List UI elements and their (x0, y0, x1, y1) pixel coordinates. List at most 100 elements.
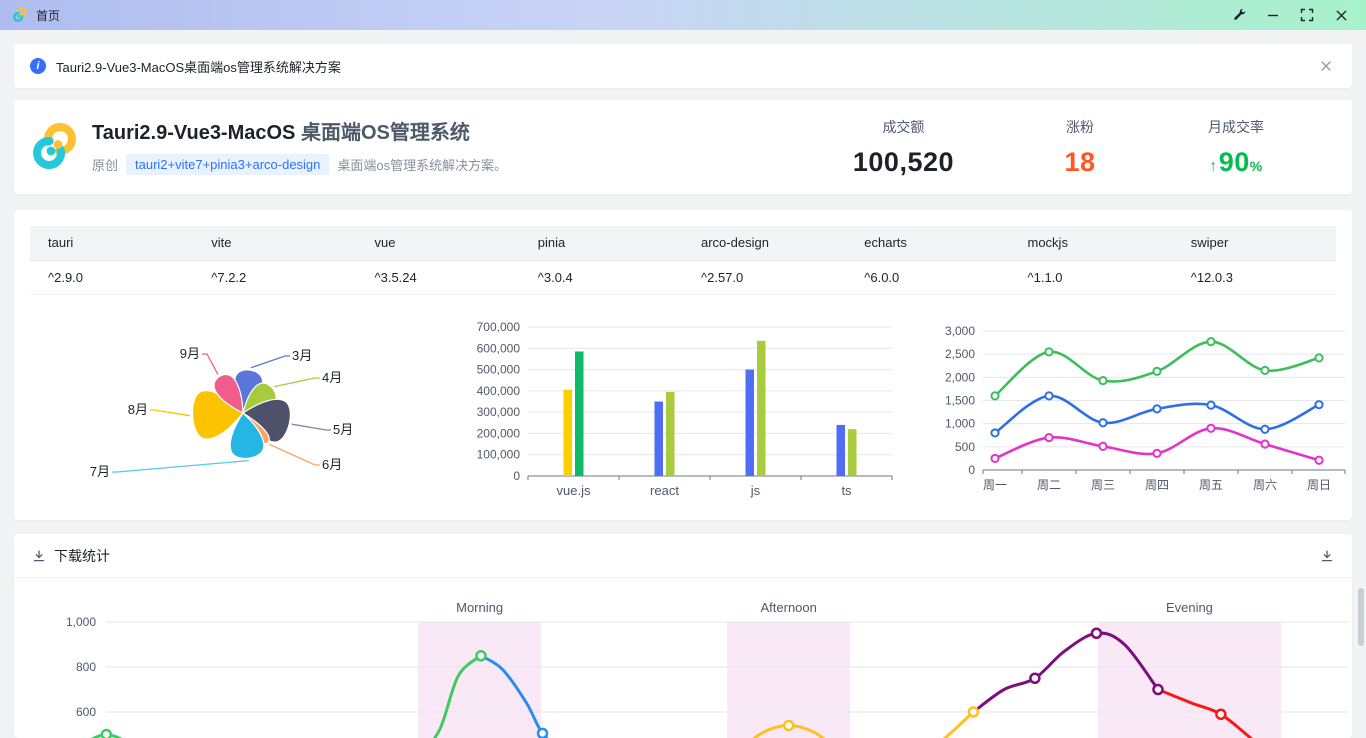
svg-text:500: 500 (955, 440, 975, 454)
svg-text:9月: 9月 (180, 346, 200, 361)
stat-monthly-rate: 月成交率 ↑90% (1206, 117, 1266, 178)
svg-text:600,000: 600,000 (477, 341, 521, 355)
table-header-cell: tauri (30, 226, 194, 261)
minimize-button[interactable] (1256, 2, 1290, 28)
download-line-chart[interactable]: Morning Afternoon Evening 1,000 800 600 (14, 590, 1352, 738)
download-stats-card: 下载统计 Morning Afternoon Evening 1,000 800 600 (14, 534, 1352, 738)
svg-text:js: js (750, 483, 761, 498)
svg-text:周一: 周一 (983, 478, 1007, 492)
stat-fans-up: 涨粉 18 (1050, 117, 1110, 178)
table-header-cell: pinia (519, 226, 683, 261)
svg-text:2,000: 2,000 (945, 370, 975, 384)
origin-badge: 原创 (92, 157, 119, 173)
minimize-icon (1268, 14, 1278, 17)
download-stats-header: 下载统计 (14, 534, 1352, 578)
table-header-row: tauri vite vue pinia arco-design echarts mockj… (30, 226, 1336, 261)
svg-text:1,000: 1,000 (945, 417, 975, 431)
svg-text:400,000: 400,000 (477, 384, 521, 398)
weekday-line-chart[interactable]: 0 500 1,000 1,500 2,000 2,500 3,000 周一 周二 周三 周四 周五 周… (920, 310, 1350, 510)
table-cell: ^6.0.0 (846, 260, 1010, 295)
svg-text:5月: 5月 (333, 422, 353, 437)
svg-text:1,500: 1,500 (945, 394, 975, 408)
svg-text:3月: 3月 (292, 348, 312, 363)
download-icon (1321, 550, 1333, 561)
project-desc: 桌面端os管理系统解决方案。 (337, 157, 508, 173)
app-window: { "titlebar": { "title": "首页" }, "alert"… (0, 0, 1366, 738)
svg-text:600: 600 (76, 705, 96, 719)
close-icon (1321, 61, 1331, 71)
scrollbar-thumb[interactable] (1358, 588, 1364, 646)
svg-text:周五: 周五 (1199, 478, 1223, 492)
table-body: ^2.9.0 ^7.2.2 ^3.5.24 ^3.0.4 ^2.57.0 ^6.0.0 ^1… (30, 260, 1336, 295)
project-name: Tauri2.9-Vue3-MacOS (92, 121, 296, 144)
stat-value: 100,520 (852, 146, 954, 177)
table-cell: ^7.2.2 (193, 260, 357, 295)
stat-value: ↑90% (1209, 146, 1263, 177)
table-cell: ^3.5.24 (356, 260, 520, 295)
project-title-block: Tauri2.9-Vue3-MacOS 桌面端OS管理系统 原创 tauri2+… (92, 120, 507, 175)
project-meta: 原创 tauri2+vite7+pinia3+arco-design 桌面端os… (92, 153, 508, 175)
svg-text:0: 0 (968, 463, 975, 477)
project-header-card: Tauri2.9-Vue3-MacOS 桌面端OS管理系统 原创 tauri2+… (14, 100, 1352, 194)
svg-text:0: 0 (513, 469, 520, 483)
info-icon (30, 58, 46, 74)
wrench-icon (1234, 8, 1246, 20)
titlebar-title: 首页 (36, 8, 61, 23)
svg-text:Evening: Evening (1166, 600, 1213, 615)
svg-text:周四: 周四 (1145, 478, 1169, 492)
svg-text:周三: 周三 (1091, 478, 1115, 492)
svg-text:6月: 6月 (322, 457, 342, 472)
months-rose-pie-chart[interactable]: 3月 4月 5月 6月 7月 8月 9月 (30, 310, 430, 510)
svg-text:700,000: 700,000 (477, 320, 521, 334)
svg-text:3,000: 3,000 (945, 324, 975, 338)
svg-text:1,000: 1,000 (66, 615, 96, 629)
fullscreen-icon (1300, 8, 1314, 22)
stat-label: 涨粉 (1066, 118, 1094, 135)
svg-text:周日: 周日 (1307, 478, 1331, 492)
table-row: ^2.9.0 ^7.2.2 ^3.5.24 ^3.0.4 ^2.57.0 ^6.0.0 ^1… (30, 260, 1336, 295)
notice-text: Tauri2.9-Vue3-MacOS桌面端os管理系统解决方案 (56, 59, 341, 75)
svg-text:周六: 周六 (1253, 478, 1277, 492)
svg-text:react: react (650, 483, 679, 498)
svg-text:周二: 周二 (1037, 478, 1061, 492)
app-logo-icon (12, 7, 27, 22)
banner-close-button[interactable] (1316, 56, 1336, 76)
svg-text:Morning: Morning (456, 600, 503, 615)
tools-wrench-button[interactable] (1222, 2, 1256, 28)
download-icon (33, 550, 45, 561)
fullscreen-button[interactable] (1290, 2, 1324, 28)
table-header-cell: swiper (1172, 226, 1336, 261)
table-head: tauri vite vue pinia arco-design echarts mockj… (30, 226, 1336, 261)
svg-text:300,000: 300,000 (477, 405, 521, 419)
tauri-logo (33, 123, 76, 169)
table-header-cell: vue (356, 226, 520, 261)
titlebar: 首页 (0, 0, 1366, 30)
svg-text:ts: ts (841, 483, 852, 498)
svg-text:100,000: 100,000 (477, 448, 521, 462)
svg-text:500,000: 500,000 (477, 363, 521, 377)
frameworks-bar-chart[interactable]: 0 100,000 200,000 300,000 400,000 500,000 600,… (440, 310, 910, 510)
table-cell: ^12.0.3 (1172, 260, 1336, 295)
close-button[interactable] (1324, 2, 1358, 28)
up-arrow-icon: ↑ (1209, 157, 1218, 175)
table-cell: ^3.0.4 (519, 260, 683, 295)
table-cell: ^1.1.0 (1009, 260, 1173, 295)
svg-text:4月: 4月 (322, 370, 342, 385)
svg-text:7月: 7月 (90, 464, 110, 479)
svg-text:8月: 8月 (128, 402, 148, 417)
hero-stats: 成交额 100,520 涨粉 18 月成交率 ↑90% (853, 117, 1336, 178)
table-header-cell: echarts (846, 226, 1010, 261)
dependencies-and-charts-card: tauri vite vue pinia arco-design echarts mockj… (14, 210, 1352, 520)
table-header-cell: arco-design (683, 226, 847, 261)
svg-text:800: 800 (76, 660, 96, 674)
svg-text:Afternoon: Afternoon (761, 600, 817, 615)
stat-label: 成交额 (882, 118, 925, 135)
export-download-button[interactable] (1320, 549, 1334, 563)
stat-value: 18 (1064, 146, 1096, 177)
project-subtitle: 桌面端OS管理系统 (295, 121, 470, 144)
dependencies-table: tauri vite vue pinia arco-design echarts mockj… (30, 226, 1336, 295)
tech-stack-tag[interactable]: tauri2+vite7+pinia3+arco-design (126, 153, 330, 175)
svg-text:200,000: 200,000 (477, 426, 521, 440)
stat-deal-amount: 成交额 100,520 (853, 117, 954, 178)
table-header-cell: mockjs (1009, 226, 1173, 261)
